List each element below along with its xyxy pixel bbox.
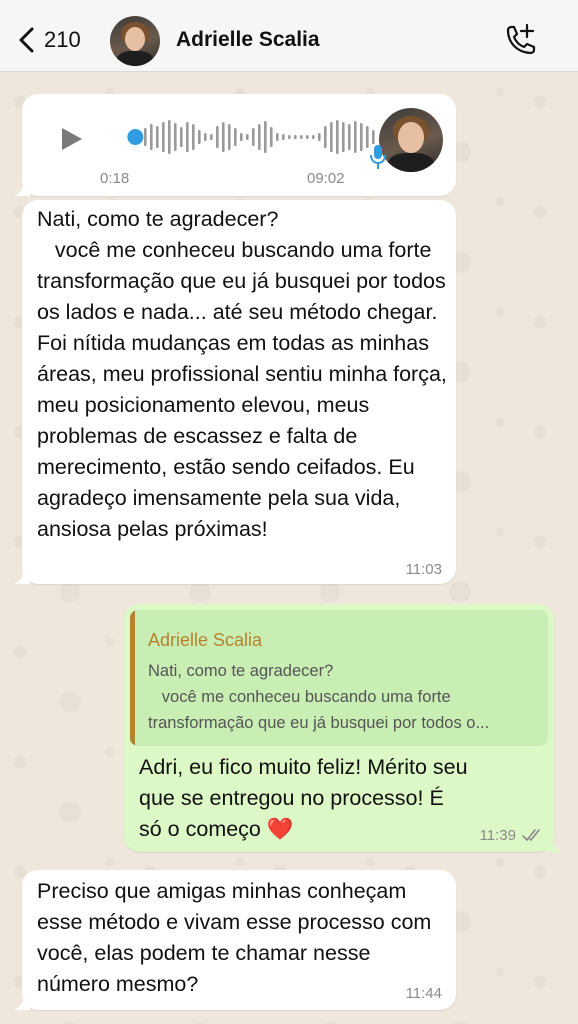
incoming-message[interactable]: Nati, como te agradecer? você me conhece… xyxy=(14,200,456,584)
message-time: 11:39 xyxy=(479,827,516,844)
incoming-message[interactable]: Preciso que amigas minhas conheçam esse … xyxy=(14,870,456,1010)
waveform-bar xyxy=(318,133,321,141)
contact-name[interactable]: Adrielle Scalia xyxy=(176,28,320,52)
quote-accent-bar xyxy=(130,610,135,746)
outgoing-message[interactable]: Adrielle Scalia Nati, como te agradecer?… xyxy=(124,604,562,852)
waveform-bar xyxy=(216,126,219,148)
waveform-bar xyxy=(198,130,201,144)
sender-avatar xyxy=(379,108,443,172)
waveform-bar xyxy=(342,122,345,152)
audio-elapsed-time: 0:18 xyxy=(100,170,130,187)
waveform-bar xyxy=(204,133,207,141)
message-time: 11:03 xyxy=(405,561,442,578)
waveform-bar xyxy=(246,134,249,140)
waveform-bar xyxy=(162,122,165,152)
waveform-bar xyxy=(192,124,195,150)
waveform-bar xyxy=(336,120,339,154)
heart-emoji: ❤️ xyxy=(266,817,294,841)
waveform-bar xyxy=(150,124,153,150)
contact-avatar[interactable] xyxy=(110,16,160,66)
waveform-bar xyxy=(288,135,291,139)
waveform-bar xyxy=(180,127,183,147)
waveform-bar xyxy=(174,123,177,151)
waveform-bar xyxy=(330,122,333,152)
waveform-bar xyxy=(348,124,351,150)
read-ticks-icon xyxy=(522,829,540,841)
waveform-bar xyxy=(258,124,261,150)
waveform-bar xyxy=(282,134,285,140)
waveform-bar xyxy=(144,128,147,146)
waveform-bar xyxy=(234,128,237,146)
waveform-bar xyxy=(270,127,273,147)
waveform-bar xyxy=(222,122,225,152)
chat-header: 210 Adrielle Scalia xyxy=(0,0,578,72)
waveform-bar xyxy=(366,126,369,148)
audio-message: 0:18 09:02 xyxy=(14,94,456,196)
waveform-bar xyxy=(240,133,243,141)
audio-duration: 09:02 xyxy=(307,170,345,187)
play-icon[interactable] xyxy=(56,124,86,154)
waveform-bar xyxy=(168,120,171,154)
message-time: 11:44 xyxy=(405,985,442,1002)
waveform-bar xyxy=(252,128,255,146)
microphone-icon xyxy=(370,145,386,169)
waveform-bar xyxy=(264,121,267,153)
message-body: Adri, eu fico muito feliz! Mérito seu qu… xyxy=(139,755,474,841)
waveform-bar xyxy=(210,134,213,140)
message-text: Nati, como te agradecer? você me conhece… xyxy=(37,207,447,541)
waveform-bar xyxy=(228,124,231,150)
waveform-bar xyxy=(294,135,297,139)
quoted-message[interactable]: Adrielle Scalia Nati, como te agradecer?… xyxy=(130,610,548,746)
back-button[interactable]: 210 xyxy=(14,22,94,58)
add-call-icon[interactable] xyxy=(500,22,540,58)
quote-author: Adrielle Scalia xyxy=(148,630,263,650)
message-text: Adri, eu fico muito feliz! Mérito seu qu… xyxy=(139,752,469,845)
waveform-bar xyxy=(306,135,309,139)
waveform-bar xyxy=(156,126,159,148)
unread-count: 210 xyxy=(44,27,81,52)
waveform-bar xyxy=(354,121,357,153)
waveform-bar xyxy=(276,133,279,141)
waveform-bar xyxy=(324,126,327,148)
audio-waveform-slider[interactable] xyxy=(118,114,378,160)
playback-handle[interactable] xyxy=(127,129,144,145)
message-text: Preciso que amigas minhas conheçam esse … xyxy=(37,879,438,996)
back-chevron-icon xyxy=(19,27,34,53)
quote-text: Nati, como te agradecer? você me conhece… xyxy=(148,662,490,732)
waveform-bar xyxy=(360,123,363,151)
waveform-bar xyxy=(186,122,189,152)
waveform-bar xyxy=(312,135,315,139)
waveform-bar xyxy=(300,135,303,139)
waveform-bar xyxy=(372,130,375,144)
